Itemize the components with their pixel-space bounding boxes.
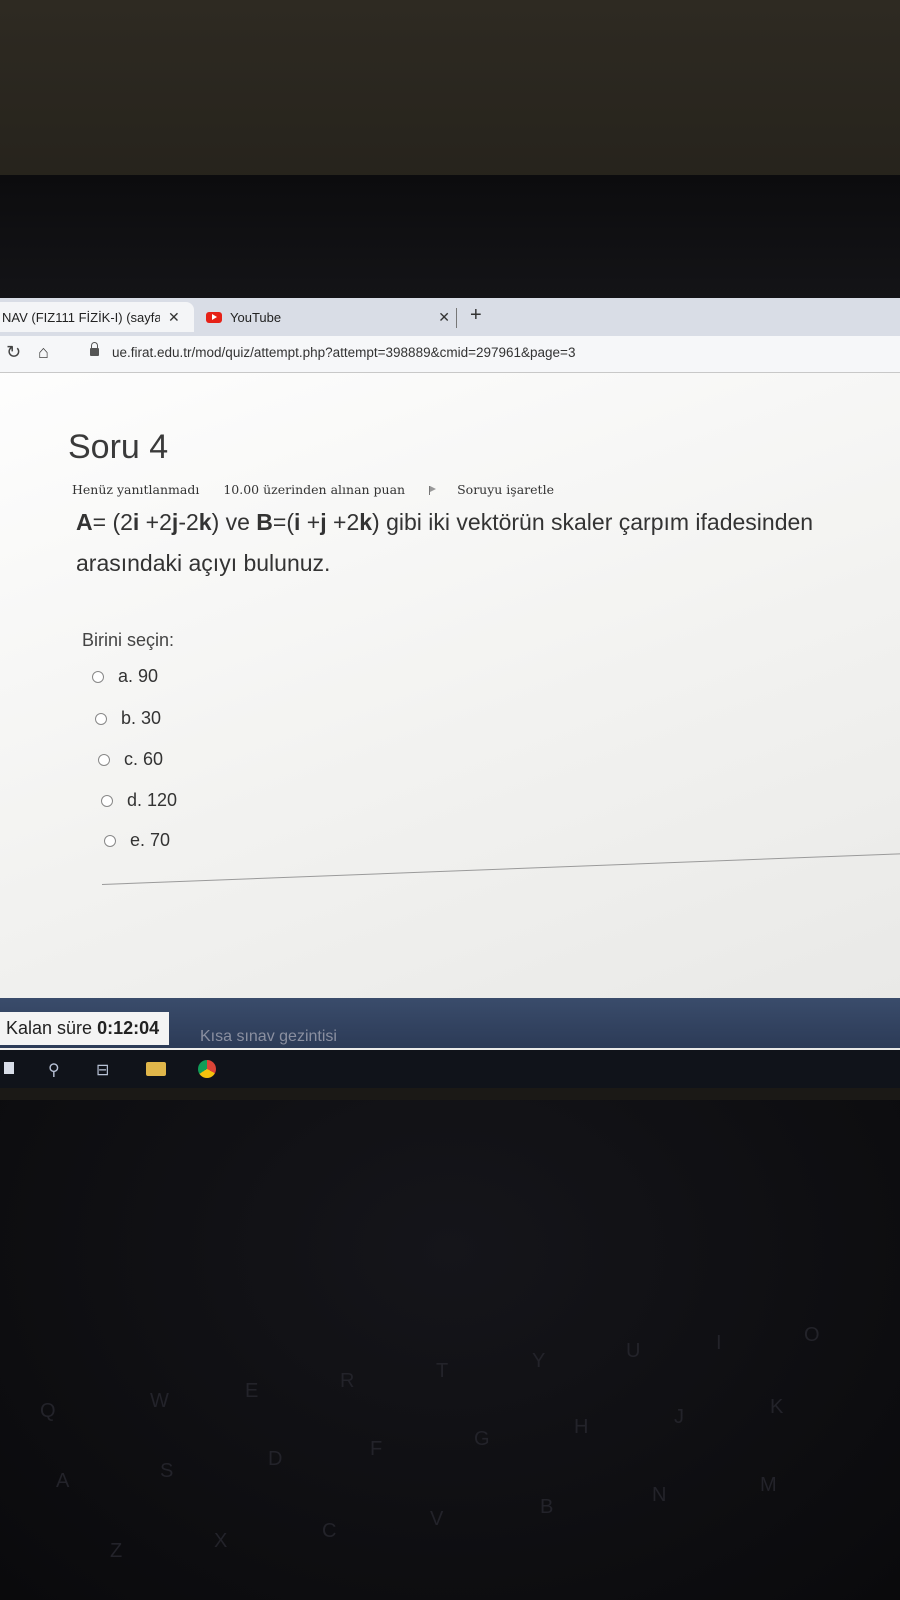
key-w: W bbox=[150, 1390, 169, 1412]
lock-icon bbox=[90, 342, 99, 356]
key-d: D bbox=[268, 1448, 283, 1470]
question-info: Henüz yanıtlanmadı 10.00 üzerinden alına… bbox=[72, 482, 594, 497]
option-e-label: e. 70 bbox=[130, 830, 171, 850]
key-b: B bbox=[540, 1496, 554, 1518]
key-q: Q bbox=[40, 1400, 56, 1422]
key-z: Z bbox=[110, 1540, 123, 1562]
option-c-radio[interactable] bbox=[98, 753, 110, 766]
laptop-bezel bbox=[0, 175, 900, 423]
browser-tab-bar: NAV (FIZ111 FİZİK-I) (sayfa ✕ YouTube ✕ … bbox=[0, 298, 900, 336]
option-b-label: b. 30 bbox=[121, 708, 162, 728]
question-status: Henüz yanıtlanmadı bbox=[72, 482, 200, 497]
quiz-content: Soru 4 Henüz yanıtlanmadı 10.00 üzerinde… bbox=[0, 372, 900, 1012]
flag-question-link[interactable]: Soruyu işaretle bbox=[429, 482, 574, 497]
question-text-line2: arasındaki açıyı bulunuz. bbox=[76, 550, 331, 576]
key-k: K bbox=[770, 1396, 784, 1418]
question-text: A= (2i +2j-2k) ve B=(i +j +2k) gibi iki … bbox=[76, 502, 900, 584]
laptop-screen: NAV (FIZ111 FİZİK-I) (sayfa ✕ YouTube ✕ … bbox=[0, 298, 900, 1088]
address-bar: ↻ ⌂ ue.firat.edu.tr/mod/quiz/attempt.php… bbox=[0, 336, 900, 373]
key-s: S bbox=[160, 1460, 174, 1482]
key-r: R bbox=[340, 1370, 355, 1392]
tab-quiz-title: NAV (FIZ111 FİZİK-I) (sayfa bbox=[2, 309, 160, 325]
choose-one-label: Birini seçin: bbox=[82, 630, 175, 650]
timer-label: Kalan süre bbox=[6, 1018, 93, 1038]
option-c-label: c. 60 bbox=[124, 749, 164, 769]
key-y: Y bbox=[532, 1350, 546, 1372]
reload-icon[interactable]: ↻ bbox=[6, 342, 21, 363]
key-a: A bbox=[56, 1470, 70, 1492]
task-view-icon[interactable]: ⊟ bbox=[96, 1060, 109, 1080]
question-points: 10.00 üzerinden alınan puan bbox=[223, 482, 406, 497]
home-icon[interactable]: ⌂ bbox=[38, 342, 49, 363]
flag-question-label: Soruyu işaretle bbox=[457, 482, 554, 497]
new-tab-button[interactable]: + bbox=[470, 304, 482, 327]
option-a-label: a. 90 bbox=[118, 666, 159, 686]
background-wall bbox=[0, 0, 900, 190]
question-divider bbox=[101, 853, 900, 885]
option-d-radio[interactable] bbox=[101, 794, 113, 807]
question-text-line1: A= (2i +2j-2k) ve B=(i +j +2k) gibi iki … bbox=[76, 509, 814, 535]
windows-taskbar: ⚲ ⊟ bbox=[0, 1050, 900, 1088]
key-m: M bbox=[760, 1474, 777, 1496]
option-e[interactable]: e. 70 bbox=[104, 830, 170, 851]
chrome-icon[interactable] bbox=[198, 1060, 216, 1078]
tab-youtube[interactable]: YouTube ✕ bbox=[206, 302, 456, 332]
option-d[interactable]: d. 120 bbox=[101, 790, 177, 811]
tab-separator bbox=[456, 308, 457, 328]
key-u: U bbox=[626, 1340, 641, 1362]
key-t: T bbox=[436, 1360, 449, 1382]
option-c[interactable]: c. 60 bbox=[98, 749, 163, 770]
quiz-navigation-link[interactable]: Kısa sınav gezintisi bbox=[200, 1028, 337, 1046]
key-x: X bbox=[214, 1530, 228, 1552]
option-b[interactable]: b. 30 bbox=[95, 708, 161, 729]
laptop-keyboard: Q W E R T Y U I O A S D F G H J K Z X C … bbox=[0, 1100, 900, 1600]
tab-quiz[interactable]: NAV (FIZ111 FİZİK-I) (sayfa ✕ bbox=[0, 302, 194, 332]
key-h: H bbox=[574, 1416, 589, 1438]
tab-youtube-close-icon[interactable]: ✕ bbox=[438, 309, 450, 326]
timer: Kalan süre 0:12:04 bbox=[0, 1012, 170, 1045]
windows-start-icon[interactable] bbox=[4, 1062, 14, 1074]
option-e-radio[interactable] bbox=[104, 834, 116, 847]
tab-quiz-close-icon[interactable]: ✕ bbox=[168, 309, 180, 326]
key-j: J bbox=[674, 1406, 684, 1428]
key-f: F bbox=[370, 1438, 383, 1460]
option-a-radio[interactable] bbox=[92, 670, 104, 683]
option-a[interactable]: a. 90 bbox=[92, 666, 158, 687]
key-g: G bbox=[474, 1428, 490, 1450]
option-b-radio[interactable] bbox=[95, 712, 107, 725]
key-e: E bbox=[245, 1380, 259, 1402]
key-n: N bbox=[652, 1484, 667, 1506]
tab-youtube-title: YouTube bbox=[230, 309, 282, 325]
youtube-icon bbox=[206, 311, 222, 323]
file-explorer-icon[interactable] bbox=[146, 1062, 166, 1076]
key-c: C bbox=[322, 1520, 337, 1542]
question-title: Soru 4 bbox=[68, 428, 169, 466]
key-v: V bbox=[430, 1508, 444, 1530]
search-icon[interactable]: ⚲ bbox=[48, 1060, 60, 1080]
url-field[interactable]: ue.firat.edu.tr/mod/quiz/attempt.php?att… bbox=[112, 345, 575, 360]
key-o: O bbox=[804, 1324, 820, 1346]
option-d-label: d. 120 bbox=[127, 790, 178, 810]
timer-value: 0:12:04 bbox=[97, 1018, 160, 1038]
key-i: I bbox=[716, 1332, 722, 1354]
flag-icon bbox=[429, 486, 437, 495]
